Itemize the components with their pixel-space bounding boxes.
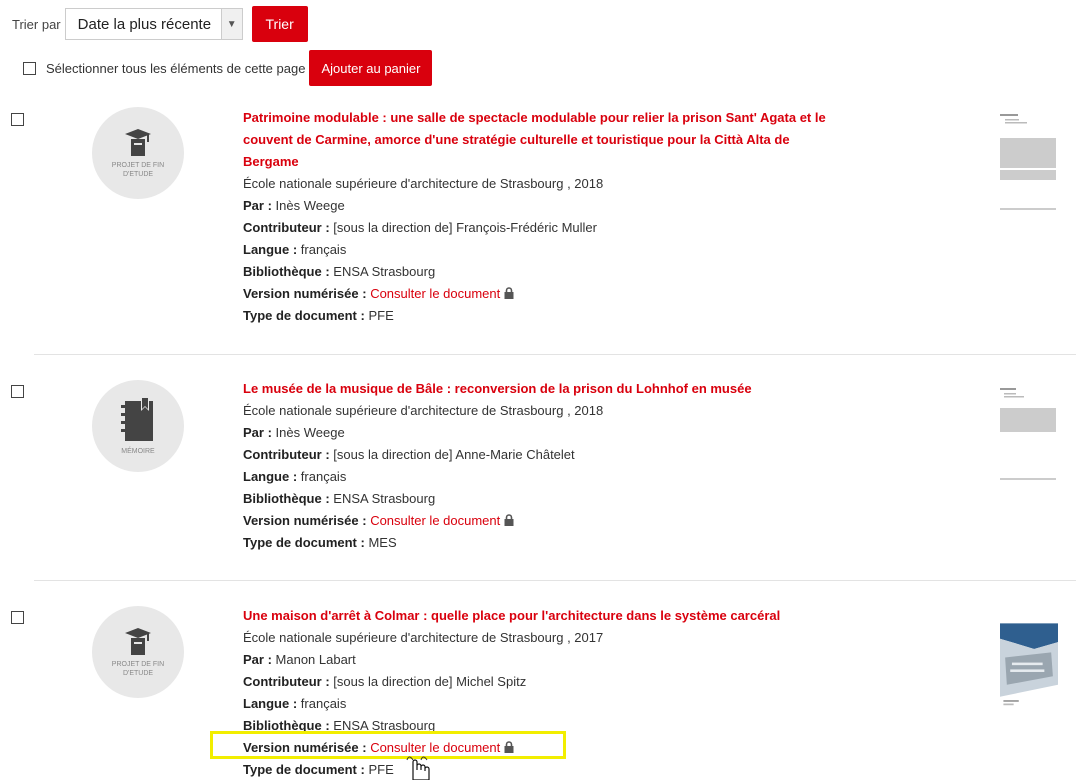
consult-document-link[interactable]: Consulter le document bbox=[370, 286, 500, 301]
doctype-thumbnail: PROJET DE FIN D'ETUDE bbox=[92, 606, 184, 698]
result-checkbox[interactable] bbox=[11, 113, 24, 126]
sort-button[interactable]: Trier bbox=[251, 6, 308, 42]
doctype-label: Type de document : bbox=[243, 308, 365, 323]
contributor-value: [sous la direction de] Anne-Marie Châtel… bbox=[333, 447, 575, 462]
highlight-box bbox=[210, 731, 566, 759]
author-label: Par : bbox=[243, 198, 272, 213]
author-value: Manon Labart bbox=[275, 652, 356, 667]
digital-label: Version numérisée : bbox=[243, 286, 367, 301]
thumbnail-caption: PROJET DE FIN D'ETUDE bbox=[111, 661, 165, 677]
doctype-value: MES bbox=[368, 535, 397, 550]
sort-select[interactable]: Date la plus récente ▼ bbox=[64, 8, 243, 40]
result-language: Langue : français bbox=[243, 239, 833, 261]
library-label: Bibliothèque : bbox=[243, 264, 330, 279]
contributor-label: Contributeur : bbox=[243, 447, 330, 462]
result-author: Par : Manon Labart bbox=[243, 649, 833, 671]
result-doctype: Type de document : MES bbox=[243, 532, 833, 554]
thumbnail-caption: MÉMOIRE bbox=[121, 447, 155, 455]
thumbnail-caption: PROJET DE FIN D'ETUDE bbox=[111, 162, 165, 178]
result-title[interactable]: Le musée de la musique de Bâle : reconve… bbox=[243, 378, 833, 400]
result-digital-version: Version numérisée : Consulter le documen… bbox=[243, 283, 833, 305]
doctype-label: Type de document : bbox=[243, 762, 365, 777]
contributor-value: [sous la direction de] François-Frédéric… bbox=[333, 220, 597, 235]
language-value: français bbox=[300, 242, 347, 257]
result-library: Bibliothèque : ENSA Strasbourg bbox=[243, 261, 833, 283]
notebook-icon bbox=[121, 396, 153, 441]
language-label: Langue : bbox=[243, 696, 298, 711]
chevron-down-icon[interactable]: ▼ bbox=[220, 9, 242, 39]
digital-label: Version numérisée : bbox=[243, 513, 367, 528]
document-preview-thumbnail[interactable] bbox=[1000, 112, 1058, 216]
result-divider bbox=[34, 354, 1076, 355]
sort-label: Trier par bbox=[12, 16, 61, 32]
author-value: Inès Weege bbox=[275, 425, 345, 440]
result-contributor: Contributeur : [sous la direction de] Mi… bbox=[243, 671, 833, 693]
graduation-book-icon bbox=[125, 129, 151, 156]
result-divider bbox=[34, 580, 1076, 581]
author-label: Par : bbox=[243, 425, 272, 440]
contributor-value: [sous la direction de] Michel Spitz bbox=[333, 674, 527, 689]
doctype-label: Type de document : bbox=[243, 535, 365, 550]
select-all-row: Sélectionner tous les éléments de cette … bbox=[23, 50, 433, 86]
result-contributor: Contributeur : [sous la direction de] An… bbox=[243, 444, 833, 466]
language-label: Langue : bbox=[243, 242, 298, 257]
library-value: ENSA Strasbourg bbox=[333, 264, 436, 279]
sort-select-value: Date la plus récente bbox=[77, 15, 212, 33]
add-to-cart-button[interactable]: Ajouter au panier bbox=[309, 50, 433, 86]
library-label: Bibliothèque : bbox=[243, 491, 330, 506]
graduation-book-icon bbox=[125, 628, 151, 655]
doctype-value: PFE bbox=[368, 762, 394, 777]
doctype-thumbnail: PROJET DE FIN D'ETUDE bbox=[92, 107, 184, 199]
result-library: Bibliothèque : ENSA Strasbourg bbox=[243, 488, 833, 510]
select-all-label: Sélectionner tous les éléments de cette … bbox=[46, 60, 306, 76]
author-label: Par : bbox=[243, 652, 272, 667]
result-checkbox[interactable] bbox=[11, 611, 24, 624]
result-title[interactable]: Patrimoine modulable : une salle de spec… bbox=[243, 107, 833, 173]
doctype-value: PFE bbox=[368, 308, 394, 323]
result-language: Langue : français bbox=[243, 693, 833, 715]
result-checkbox[interactable] bbox=[11, 385, 24, 398]
result-details: Le musée de la musique de Bâle : reconve… bbox=[243, 378, 833, 554]
result-author: Par : Inès Weege bbox=[243, 195, 833, 217]
result-digital-version: Version numérisée : Consulter le documen… bbox=[243, 510, 833, 532]
doctype-thumbnail: MÉMOIRE bbox=[92, 380, 184, 472]
contributor-label: Contributeur : bbox=[243, 674, 330, 689]
result-doctype: Type de document : PFE bbox=[243, 305, 833, 327]
result-language: Langue : français bbox=[243, 466, 833, 488]
language-label: Langue : bbox=[243, 469, 298, 484]
lock-icon bbox=[504, 287, 514, 299]
language-value: français bbox=[300, 469, 347, 484]
result-doctype: Type de document : PFE bbox=[243, 759, 833, 781]
result-publisher: École nationale supérieure d'architectur… bbox=[243, 630, 604, 645]
document-preview-thumbnail[interactable] bbox=[1000, 386, 1058, 486]
consult-document-link[interactable]: Consulter le document bbox=[370, 513, 500, 528]
contributor-label: Contributeur : bbox=[243, 220, 330, 235]
language-value: français bbox=[300, 696, 347, 711]
sort-bar: Trier par Date la plus récente ▼ Trier bbox=[12, 6, 308, 42]
result-title[interactable]: Une maison d'arrêt à Colmar : quelle pla… bbox=[243, 605, 833, 627]
hand-pointer-icon bbox=[406, 756, 430, 780]
lock-icon bbox=[504, 514, 514, 526]
select-all-checkbox[interactable] bbox=[23, 61, 36, 75]
result-publisher: École nationale supérieure d'architectur… bbox=[243, 176, 604, 191]
result-author: Par : Inès Weege bbox=[243, 422, 833, 444]
document-preview-thumbnail[interactable] bbox=[1000, 616, 1058, 716]
library-value: ENSA Strasbourg bbox=[333, 491, 436, 506]
result-contributor: Contributeur : [sous la direction de] Fr… bbox=[243, 217, 833, 239]
author-value: Inès Weege bbox=[275, 198, 345, 213]
result-details: Patrimoine modulable : une salle de spec… bbox=[243, 107, 833, 327]
result-publisher: École nationale supérieure d'architectur… bbox=[243, 403, 604, 418]
